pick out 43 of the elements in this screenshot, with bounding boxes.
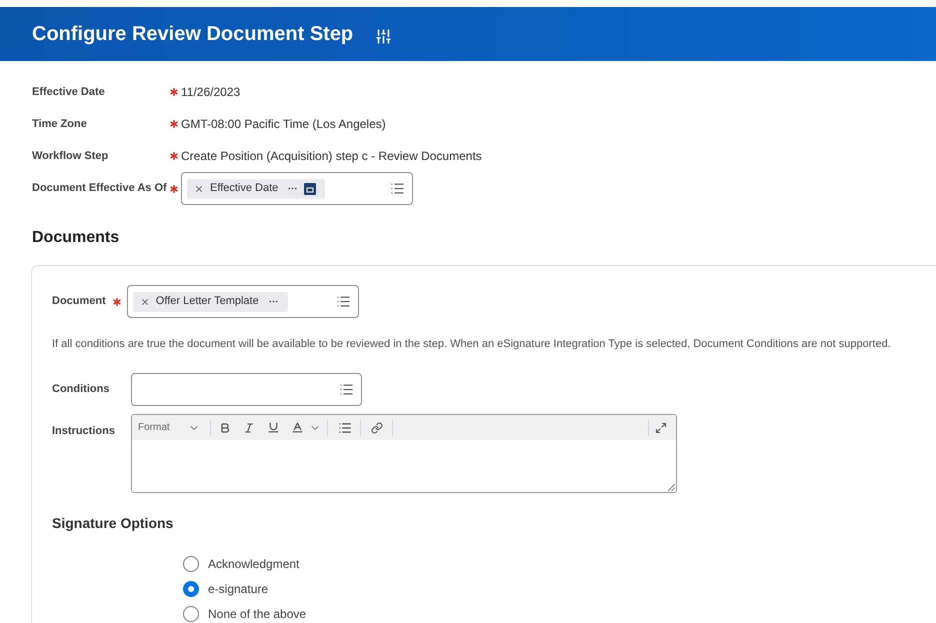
field-label: Effective Date — [32, 84, 105, 100]
text-color-icon — [290, 421, 304, 434]
sliders-icon[interactable] — [375, 28, 392, 45]
radio-label: e-signature — [208, 580, 268, 598]
token-label: Effective Date — [210, 181, 278, 196]
radio-button[interactable] — [183, 580, 199, 596]
field-label: Instructions — [52, 424, 115, 439]
token-pill[interactable]: Offer Letter Template — [132, 292, 288, 312]
list-icon — [338, 420, 352, 434]
field-label: Workflow Step — [32, 148, 108, 164]
underline-icon — [266, 421, 280, 434]
field-value: Create Position (Acquisition) step c - Review Documents — [181, 148, 482, 165]
help-text: If all conditions are true the document will be available to be reviewed in the step. When an eSignature Integration Type is selected, Document Conditions are not supported. — [52, 337, 891, 351]
field-label: Document Effective As Of — [32, 181, 167, 196]
radio-button[interactable] — [183, 606, 199, 622]
prompt-field[interactable] — [131, 373, 362, 406]
link-icon — [371, 422, 383, 434]
field-value: 11/26/2023 — [181, 84, 240, 101]
italic-icon — [243, 422, 255, 434]
remove-icon[interactable] — [140, 296, 150, 306]
radio-button[interactable] — [183, 556, 199, 572]
list-icon[interactable] — [336, 294, 351, 309]
format-dropdown[interactable]: Format — [132, 416, 205, 438]
field-label: Document — [52, 294, 106, 310]
expand-icon — [655, 422, 667, 434]
list-icon[interactable] — [339, 382, 354, 397]
calendar-icon[interactable] — [304, 182, 316, 194]
token-pill[interactable]: Effective Date — [187, 178, 326, 198]
resize-grip-icon[interactable] — [667, 483, 675, 491]
remove-icon[interactable] — [194, 184, 204, 194]
radio-label: Acknowledgment — [208, 556, 300, 572]
section-heading: Documents — [32, 228, 120, 248]
token-label: Offer Letter Template — [156, 294, 259, 310]
field-value: GMT-08:00 Pacific Time (Los Angeles) — [181, 116, 386, 133]
bold-icon — [219, 422, 231, 434]
prompt-field[interactable]: Effective Date — [181, 172, 413, 205]
list-icon[interactable] — [390, 181, 405, 196]
page-title: Configure Review Document Step — [32, 22, 354, 47]
field-label: Conditions — [52, 382, 110, 398]
radio-label: None of the above — [208, 606, 306, 622]
section-heading: Signature Options — [52, 515, 174, 532]
prompt-field[interactable]: Offer Letter Template — [126, 285, 359, 318]
field-label: Time Zone — [32, 116, 87, 132]
